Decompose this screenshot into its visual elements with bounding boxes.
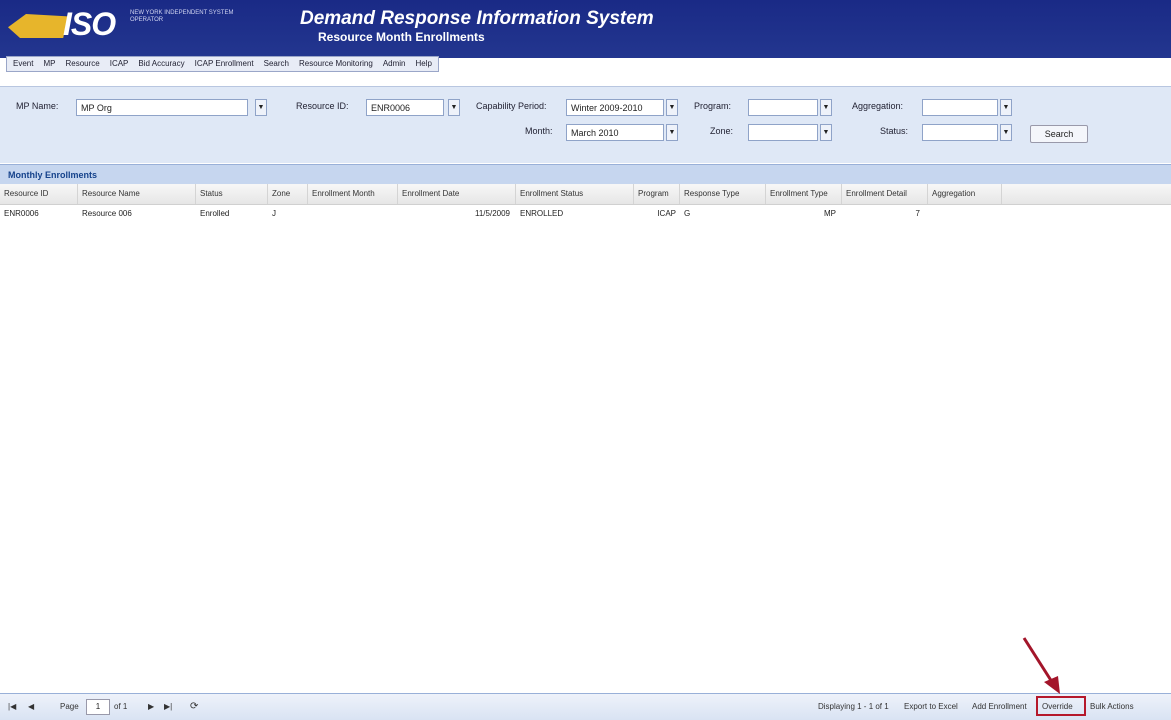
annotation-arrow-icon: [1022, 637, 1060, 694]
column-header[interactable]: Enrollment Type: [766, 184, 842, 204]
zone-dropdown-icon[interactable]: ▼: [820, 124, 832, 141]
program-dropdown-icon[interactable]: ▼: [820, 99, 832, 116]
resource-id-dropdown-icon[interactable]: ▼: [448, 99, 460, 116]
resource-id-select[interactable]: ENR0006: [366, 99, 444, 116]
menu-item-mp[interactable]: MP: [43, 57, 55, 71]
table-row[interactable]: ENR0006 Resource 006 Enrolled J 11/5/200…: [0, 205, 1171, 223]
status-select[interactable]: [922, 124, 998, 141]
zone-label: Zone:: [710, 126, 734, 136]
last-page-icon[interactable]: ▶|: [164, 700, 172, 714]
column-header[interactable]: Program: [634, 184, 680, 204]
month-dropdown-icon[interactable]: ▼: [666, 124, 678, 141]
aggregation-select[interactable]: [922, 99, 998, 116]
logo-subtext: NEW YORK INDEPENDENT SYSTEM OPERATOR: [130, 10, 234, 23]
program-label: Program:: [694, 101, 732, 111]
month-label: Month:: [525, 126, 553, 136]
menu-item-event[interactable]: Event: [13, 57, 33, 71]
table-cell: MP: [824, 209, 836, 218]
column-header[interactable]: Resource ID: [0, 184, 78, 204]
column-header[interactable]: Status: [196, 184, 268, 204]
column-header[interactable]: Zone: [268, 184, 308, 204]
menu-item-bid-accuracy[interactable]: Bid Accuracy: [138, 57, 184, 71]
grid-title: Monthly Enrollments: [0, 164, 1171, 184]
add-enrollment-button[interactable]: Add Enrollment: [972, 700, 1027, 714]
capability-period-label: Capability Period:: [476, 101, 547, 111]
bulk-actions-button[interactable]: Bulk Actions: [1090, 700, 1134, 714]
capability-period-dropdown-icon[interactable]: ▼: [666, 99, 678, 116]
menu-item-resource[interactable]: Resource: [65, 57, 99, 71]
prev-page-icon[interactable]: ◀: [28, 700, 34, 714]
menu-item-icap[interactable]: ICAP: [110, 57, 129, 71]
menu-item-help[interactable]: Help: [416, 57, 432, 71]
grid-header: Resource ID Resource Name Status Zone En…: [0, 184, 1171, 205]
ny-state-shape-icon: [8, 14, 68, 38]
capability-period-select[interactable]: Winter 2009-2010: [566, 99, 664, 116]
table-cell: [308, 205, 398, 223]
column-header[interactable]: Enrollment Month: [308, 184, 398, 204]
first-page-icon[interactable]: |◀: [8, 700, 16, 714]
table-cell: [928, 205, 1002, 223]
mp-name-label: MP Name:: [16, 101, 59, 111]
paging-toolbar: |◀ ◀ Page 1 of 1 ▶ ▶| ⟳ Displaying 1 - 1…: [0, 693, 1171, 720]
export-excel-button[interactable]: Export to Excel: [904, 700, 958, 714]
search-button[interactable]: Search: [1030, 125, 1088, 143]
aggregation-label: Aggregation:: [852, 101, 904, 111]
zone-select[interactable]: [748, 124, 818, 141]
status-dropdown-icon[interactable]: ▼: [1000, 124, 1012, 141]
month-select[interactable]: March 2010: [566, 124, 664, 141]
page-label: Page: [60, 702, 79, 711]
column-header[interactable]: Enrollment Date: [398, 184, 516, 204]
filter-panel: MP Name: MP Org ▼ Resource ID: ENR0006 ▼…: [0, 86, 1171, 163]
app-header: ISO NEW YORK INDEPENDENT SYSTEM OPERATOR…: [0, 0, 1171, 58]
resource-id-label: Resource ID:: [296, 101, 349, 111]
table-cell: G: [684, 209, 691, 218]
main-menu: Event MP Resource ICAP Bid Accuracy ICAP…: [6, 56, 439, 72]
column-header[interactable]: Aggregation: [928, 184, 1002, 204]
table-cell: 11/5/2009: [475, 209, 510, 218]
menu-item-admin[interactable]: Admin: [383, 57, 406, 71]
logo-text: ISO: [63, 6, 116, 42]
nyiso-logo: ISO NEW YORK INDEPENDENT SYSTEM OPERATOR: [8, 6, 254, 42]
table-cell: J: [272, 209, 276, 218]
page-title: Resource Month Enrollments: [318, 30, 485, 44]
aggregation-dropdown-icon[interactable]: ▼: [1000, 99, 1012, 116]
column-header[interactable]: Enrollment Status: [516, 184, 634, 204]
program-select[interactable]: [748, 99, 818, 116]
mp-name-select[interactable]: MP Org: [76, 99, 248, 116]
menu-item-icap-enrollment[interactable]: ICAP Enrollment: [195, 57, 254, 71]
table-cell: ENR0006: [4, 209, 39, 218]
override-highlight-box: [1036, 696, 1086, 716]
table-cell: ICAP: [657, 209, 676, 218]
column-header[interactable]: Enrollment Detail: [842, 184, 928, 204]
next-page-icon[interactable]: ▶: [148, 700, 154, 714]
app-title: Demand Response Information System: [300, 8, 654, 29]
table-cell: Resource 006: [82, 209, 132, 218]
table-cell: 7: [915, 209, 920, 218]
mp-name-dropdown-icon[interactable]: ▼: [255, 99, 267, 116]
table-cell: ENROLLED: [520, 209, 564, 218]
page-of-label: of 1: [114, 702, 128, 711]
column-header[interactable]: Resource Name: [78, 184, 196, 204]
refresh-icon[interactable]: ⟳: [190, 700, 198, 714]
displaying-count: Displaying 1 - 1 of 1: [818, 702, 889, 711]
table-cell: Enrolled: [200, 209, 230, 218]
menu-item-search[interactable]: Search: [264, 57, 289, 71]
status-label: Status:: [880, 126, 909, 136]
menu-item-resource-monitoring[interactable]: Resource Monitoring: [299, 57, 373, 71]
page-number-input[interactable]: 1: [86, 699, 110, 715]
column-header[interactable]: Response Type: [680, 184, 766, 204]
